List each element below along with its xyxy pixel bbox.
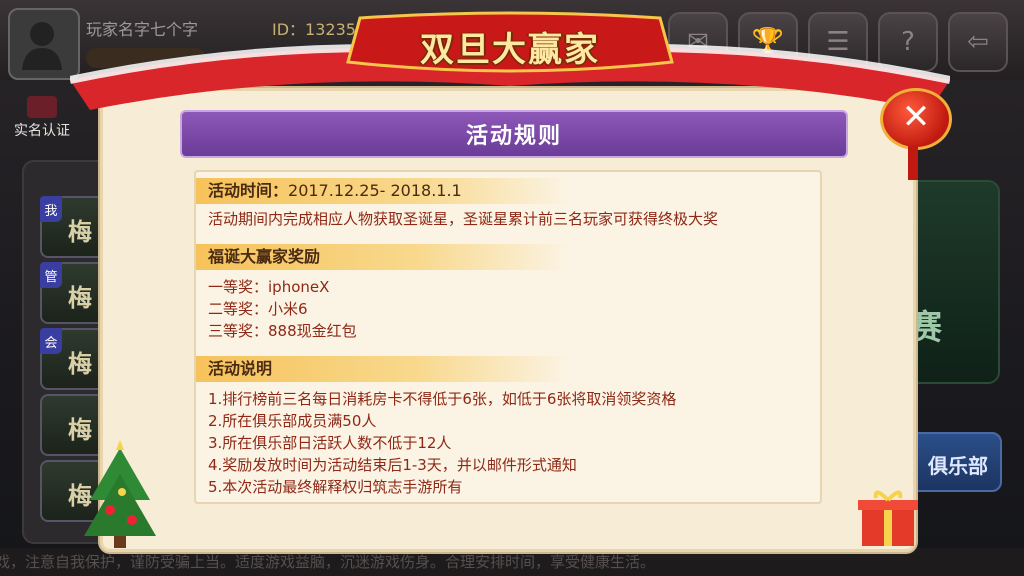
reward-item: 三等奖：888现金红包: [208, 322, 357, 340]
note-item: 1.排行榜前三名每日消耗房卡不得低于6张，如低于6张将取消领奖资格: [208, 390, 677, 408]
side-tile-glyph: 梅: [68, 218, 92, 246]
notes-header: 活动说明: [196, 356, 568, 382]
note-item: 4.奖励发放时间为活动结束后1-3天，并以邮件形式通知: [208, 456, 577, 474]
section-title: 活动规则: [465, 124, 562, 149]
id-card-icon: [27, 96, 57, 118]
dialog-title: 双旦大赢家: [420, 30, 600, 70]
realname-label: 实名认证: [14, 123, 70, 139]
realname-verify-button[interactable]: 实名认证: [6, 96, 78, 140]
time-label: 活动时间：: [208, 181, 289, 200]
rules-content: 活动时间：2017.12.25- 2018.1.1 活动期间内完成相应人物获取圣…: [194, 170, 822, 504]
lantern-tassel: [908, 146, 918, 180]
note-item: 2.所在俱乐部成员满50人: [208, 412, 377, 430]
reward-header: 福诞大赢家奖励: [196, 244, 568, 270]
close-icon: ✕: [901, 97, 931, 137]
section-header: 活动规则: [180, 110, 848, 158]
club-label: 俱乐部: [928, 454, 988, 478]
player-name: 玩家名字七个字: [86, 20, 199, 39]
club-button[interactable]: 俱乐部: [904, 432, 1002, 492]
user-silhouette-icon: [22, 22, 62, 70]
reward-item: 一等奖：iphoneX: [208, 278, 330, 296]
side-tile-tag: 会: [40, 328, 62, 354]
side-tile-glyph: 梅: [68, 284, 92, 312]
gift-box-icon: [858, 490, 918, 546]
time-description: 活动期间内完成相应人物获取圣诞星，圣诞星累计前三名玩家可获得终极大奖: [208, 210, 719, 228]
note-item: 5.本次活动最终解释权归筑志手游所有: [208, 478, 463, 496]
time-value: 2017.12.25- 2018.1.1: [288, 181, 462, 200]
side-tile-glyph: 梅: [68, 350, 92, 378]
side-tile-tag: 管: [40, 262, 62, 288]
title-plaque: 双旦大赢家: [340, 10, 680, 80]
exit-icon[interactable]: ⇦: [948, 12, 1008, 72]
side-tile-tag: 我: [40, 196, 62, 222]
close-button[interactable]: ✕: [880, 88, 952, 150]
bottom-notice: 拒绝盗版游戏，注意自我保护，谨防受骗上当。适度游戏益脑，沉迷游戏伤身。合理安排时…: [0, 548, 1024, 576]
reward-item: 二等奖：小米6: [208, 300, 308, 318]
christmas-tree-icon: [84, 440, 156, 548]
note-item: 3.所在俱乐部日活跃人数不低于12人: [208, 434, 452, 452]
time-header: 活动时间：2017.12.25- 2018.1.1: [196, 178, 568, 204]
player-id-label: ID：: [272, 20, 306, 39]
